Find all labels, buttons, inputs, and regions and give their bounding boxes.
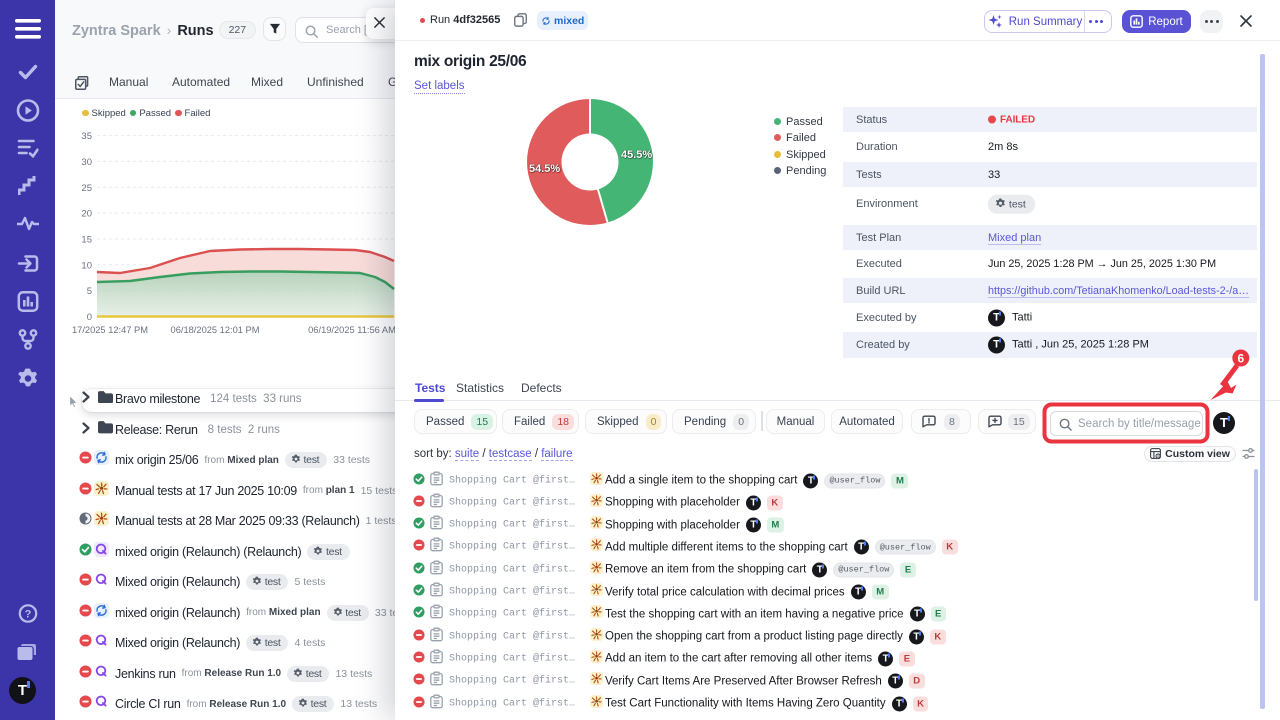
svg-text:6: 6	[1237, 352, 1244, 366]
